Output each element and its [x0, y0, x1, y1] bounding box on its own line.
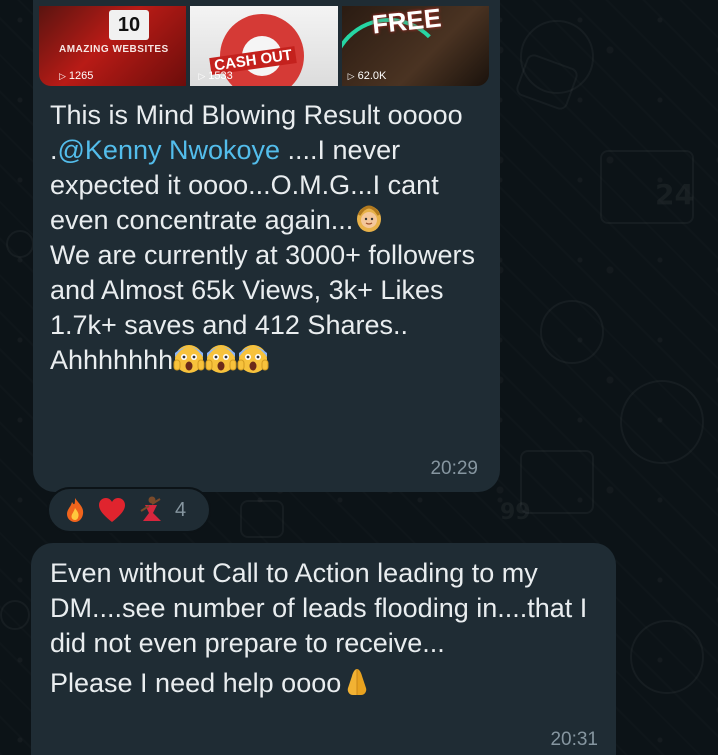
- screaming-face-emoji: [237, 345, 269, 373]
- message-text: This is Mind Blowing Result ooooo .@Kenn…: [50, 98, 490, 378]
- woman-gesturing-ok-emoji: [357, 205, 382, 232]
- reaction-count: 4: [175, 498, 187, 521]
- red-heart-emoji: [99, 498, 125, 522]
- user-mention-link[interactable]: @Kenny Nwokoye: [58, 135, 281, 165]
- message-text: Even without Call to Action leading to m…: [50, 556, 610, 701]
- view-count-value: 1533: [208, 70, 233, 82]
- message-paragraph: Please I need help oooo: [50, 666, 610, 701]
- video-thumbnail[interactable]: FREE ▷ 62.0K: [341, 6, 489, 86]
- wallpaper-doodle: [0, 600, 30, 630]
- message-paragraph: Ahhhhhhh: [50, 343, 490, 378]
- wallpaper-doodle: [630, 620, 704, 694]
- message-reactions[interactable]: 4: [47, 487, 211, 533]
- wallpaper-doodle: [6, 230, 34, 258]
- view-count-value: 62.0K: [357, 70, 387, 82]
- play-icon: ▷: [347, 71, 355, 81]
- thumbnail-badge: 10: [109, 10, 149, 40]
- video-thumbnails-grid[interactable]: 10 AMAZING WEBSITES ▷ 1265 CASH OUT ▷ 1533…: [39, 6, 489, 86]
- screaming-face-emoji: [205, 345, 237, 373]
- thumbnail-caption: AMAZING WEBSITES: [59, 44, 169, 55]
- play-icon: ▷: [198, 71, 206, 81]
- wallpaper-doodle: 99: [500, 500, 531, 525]
- view-count: ▷ 62.0K: [348, 70, 387, 82]
- message-paragraph: We are currently at 3000+ followers and …: [50, 240, 475, 340]
- message-paragraph: Even without Call to Action leading to m…: [50, 558, 588, 658]
- message-timestamp: 20:29: [430, 458, 478, 479]
- wallpaper-doodle: [520, 450, 594, 514]
- screaming-face-emoji: [173, 345, 205, 373]
- wallpaper-doodle: [620, 380, 704, 464]
- video-thumbnail[interactable]: CASH OUT ▷ 1533: [190, 6, 338, 86]
- dancing-woman-emoji: [140, 496, 161, 521]
- incoming-message-bubble[interactable]: Even without Call to Action leading to m…: [31, 543, 616, 755]
- view-count: ▷ 1533: [198, 70, 232, 82]
- view-count-value: 1265: [68, 70, 94, 82]
- view-count: ▷ 1265: [59, 70, 93, 82]
- message-timestamp: 20:31: [550, 729, 598, 750]
- incoming-message-bubble[interactable]: 10 AMAZING WEBSITES ▷ 1265 CASH OUT ▷ 1533…: [33, 0, 500, 492]
- play-icon: ▷: [59, 71, 66, 81]
- message-text-segment: Ahhhhhhh: [50, 345, 174, 375]
- video-thumbnail[interactable]: 10 AMAZING WEBSITES ▷ 1265: [39, 6, 187, 86]
- fire-emoji: [67, 498, 84, 522]
- wallpaper-doodle: [540, 300, 604, 364]
- wallpaper-doodle: 24: [655, 178, 694, 211]
- message-paragraph: This is Mind Blowing Result ooooo .@Kenn…: [50, 98, 490, 238]
- message-text-segment: Please I need help oooo: [50, 668, 342, 698]
- folded-hands-emoji: [347, 669, 367, 695]
- wallpaper-doodle: [240, 500, 284, 538]
